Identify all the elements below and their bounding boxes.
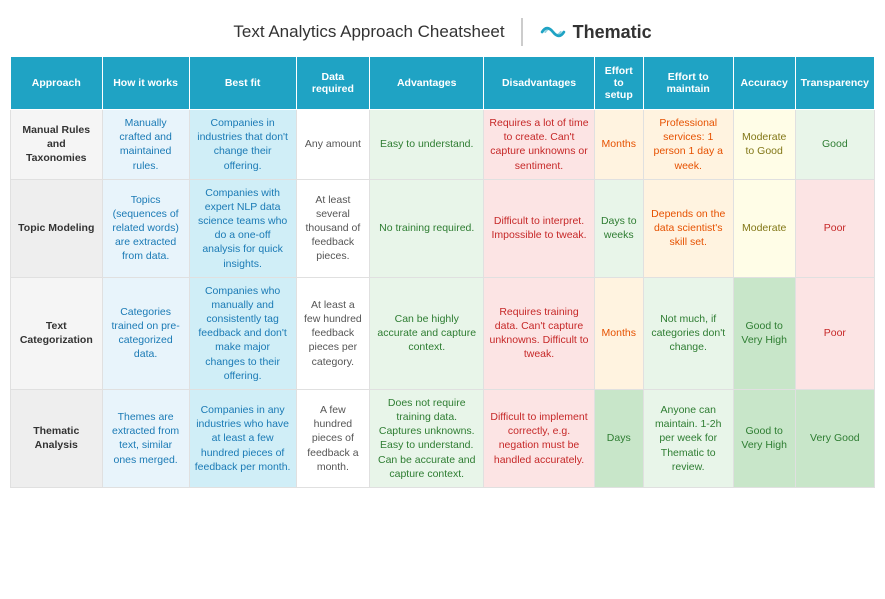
page-header: Text Analytics Approach Cheatsheet Thema… [10, 10, 875, 56]
cell-approach: Text Categorization [11, 277, 103, 389]
cell-disadvantages: Difficult to implement correctly, e.g. n… [484, 389, 594, 487]
col-advantages: Advantages [370, 57, 484, 110]
logo-icon [539, 21, 567, 43]
cell-disadvantages: Requires a lot of time to create. Can't … [484, 110, 594, 180]
cell-transparency: Good [795, 110, 874, 180]
cell-how_it_works: Manually crafted and maintained rules. [102, 110, 189, 180]
logo-text: Thematic [573, 22, 652, 43]
logo: Thematic [539, 21, 652, 43]
cell-best_fit: Companies who manually and consistently … [189, 277, 296, 389]
col-effort-setup: Effort to setup [594, 57, 643, 110]
table-row: Topic ModelingTopics (sequences of relat… [11, 179, 875, 277]
col-accuracy: Accuracy [733, 57, 795, 110]
cell-effort_setup: Months [594, 277, 643, 389]
table-row: Manual Rules and TaxonomiesManually craf… [11, 110, 875, 180]
cell-transparency: Poor [795, 179, 874, 277]
cell-how_it_works: Topics (sequences of related words) are … [102, 179, 189, 277]
col-how-it-works: How it works [102, 57, 189, 110]
header-divider [521, 18, 523, 46]
cell-data_required: Any amount [296, 110, 370, 180]
cell-data_required: At least several thousand of feedback pi… [296, 179, 370, 277]
col-approach: Approach [11, 57, 103, 110]
cell-accuracy: Good to Very High [733, 389, 795, 487]
cell-effort_setup: Months [594, 110, 643, 180]
cell-how_it_works: Themes are extracted from text, similar … [102, 389, 189, 487]
table-row: Text CategorizationCategories trained on… [11, 277, 875, 389]
col-transparency: Transparency [795, 57, 874, 110]
cell-data_required: At least a few hundred feedback pieces p… [296, 277, 370, 389]
cell-approach: Topic Modeling [11, 179, 103, 277]
cell-data_required: A few hundred pieces of feedback a month… [296, 389, 370, 487]
cell-how_it_works: Categories trained on pre-categorized da… [102, 277, 189, 389]
comparison-table: Approach How it works Best fit Data requ… [10, 56, 875, 488]
col-best-fit: Best fit [189, 57, 296, 110]
cell-best_fit: Companies with expert NLP data science t… [189, 179, 296, 277]
cell-effort_maintain: Not much, if categories don't change. [643, 277, 733, 389]
cell-disadvantages: Requires training data. Can't capture un… [484, 277, 594, 389]
cell-advantages: Can be highly accurate and capture conte… [370, 277, 484, 389]
table-row: Thematic AnalysisThemes are extracted fr… [11, 389, 875, 487]
cell-disadvantages: Difficult to interpret. Impossible to tw… [484, 179, 594, 277]
cell-effort_maintain: Depends on the data scientist's skill se… [643, 179, 733, 277]
col-disadvantages: Disadvantages [484, 57, 594, 110]
cell-advantages: Easy to understand. [370, 110, 484, 180]
cell-best_fit: Companies in industries that don't chang… [189, 110, 296, 180]
cell-transparency: Very Good [795, 389, 874, 487]
col-data-required: Data required [296, 57, 370, 110]
cell-effort_maintain: Professional services: 1 person 1 day a … [643, 110, 733, 180]
cell-accuracy: Moderate to Good [733, 110, 795, 180]
cell-accuracy: Moderate [733, 179, 795, 277]
cell-advantages: No training required. [370, 179, 484, 277]
cell-approach: Thematic Analysis [11, 389, 103, 487]
col-effort-maintain: Effort to maintain [643, 57, 733, 110]
cell-best_fit: Companies in any industries who have at … [189, 389, 296, 487]
cell-effort_maintain: Anyone can maintain. 1-2h per week for T… [643, 389, 733, 487]
cell-approach: Manual Rules and Taxonomies [11, 110, 103, 180]
cell-effort_setup: Days [594, 389, 643, 487]
cell-advantages: Does not require training data. Captures… [370, 389, 484, 487]
page-title: Text Analytics Approach Cheatsheet [233, 22, 504, 42]
cell-effort_setup: Days to weeks [594, 179, 643, 277]
cell-transparency: Poor [795, 277, 874, 389]
cell-accuracy: Good to Very High [733, 277, 795, 389]
